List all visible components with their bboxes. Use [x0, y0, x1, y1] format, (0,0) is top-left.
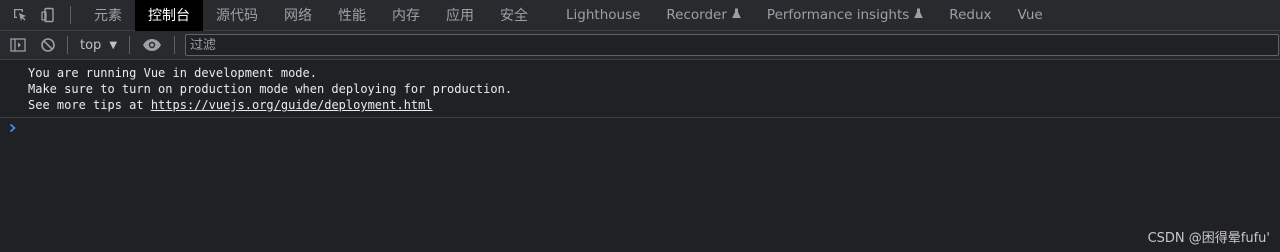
experiment-flask-icon: [732, 7, 741, 23]
deployment-guide-link[interactable]: https://vuejs.org/guide/deployment.html: [151, 98, 433, 112]
toolbar-divider: [67, 36, 68, 54]
tab-12[interactable]: Vue: [1005, 0, 1056, 31]
console-message: You are running Vue in development mode.…: [0, 61, 1280, 118]
console-message-line: See more tips at https://vuejs.org/guide…: [28, 97, 1280, 113]
tab-6[interactable]: 应用: [433, 0, 487, 31]
clear-console-icon[interactable]: [33, 31, 63, 59]
filter-input[interactable]: [185, 34, 1280, 56]
tab-7[interactable]: 安全: [487, 0, 541, 31]
experiment-flask-icon: [914, 7, 924, 23]
console-message-line: Make sure to turn on production mode whe…: [28, 82, 513, 96]
tab-9[interactable]: Recorder: [653, 0, 754, 31]
tab-label: Redux: [949, 7, 992, 23]
toolbar-divider: [174, 36, 176, 54]
tab-label: 内存: [392, 8, 420, 24]
tab-label: 源代码: [216, 8, 258, 24]
inspect-element-icon[interactable]: [6, 0, 34, 31]
tab-2[interactable]: 源代码: [203, 0, 271, 31]
show-sidebar-icon[interactable]: [3, 31, 33, 59]
tab-10[interactable]: Performance insights: [754, 0, 936, 31]
console-message-line: You are running Vue in development mode.: [28, 66, 317, 80]
panel-tabs: 元素 控制台 源代码 网络 性能 内存 应用 安全 Lighthouse Recorder Perf…: [81, 0, 1056, 31]
tab-4[interactable]: 性能: [325, 0, 379, 31]
tab-bar-divider: [70, 6, 71, 24]
tab-label: 元素: [94, 8, 122, 24]
chevron-down-icon: ▼: [109, 39, 118, 51]
watermark: CSDN @困得晕fufu': [1147, 231, 1270, 246]
tab-label: Performance insights: [766, 7, 910, 23]
console-prompt[interactable]: [0, 118, 1280, 138]
tab-label: 安全: [500, 8, 528, 24]
tab-label: Lighthouse: [566, 7, 641, 23]
tab-0[interactable]: 元素: [81, 0, 135, 31]
prompt-chevron-icon: [9, 123, 16, 133]
tab-11[interactable]: Redux: [936, 0, 1004, 31]
tab-label: 网络: [284, 8, 312, 24]
tab-label: Vue: [1017, 7, 1043, 23]
tab-8[interactable]: Lighthouse: [553, 0, 653, 31]
eye-icon[interactable]: [134, 31, 170, 59]
console-output: You are running Vue in development mode.…: [0, 61, 1280, 138]
tips-prefix: See more tips at: [28, 98, 151, 112]
tab-3[interactable]: 网络: [271, 0, 325, 31]
devtools-tab-bar: 元素 控制台 源代码 网络 性能 内存 应用 安全 Lighthouse Recorder Perf…: [0, 0, 1280, 31]
toolbar-divider: [129, 36, 131, 54]
tab-1[interactable]: 控制台: [135, 0, 203, 31]
context-selector[interactable]: top ▼: [72, 31, 125, 59]
context-label: top: [80, 37, 102, 53]
tab-label: 性能: [338, 8, 366, 24]
tab-5[interactable]: 内存: [379, 0, 433, 31]
tab-label: 应用: [446, 8, 474, 24]
tab-label: Recorder: [666, 7, 727, 23]
console-toolbar: top ▼: [0, 31, 1280, 60]
device-toolbar-icon[interactable]: [34, 0, 62, 31]
tab-label: 控制台: [148, 8, 190, 24]
